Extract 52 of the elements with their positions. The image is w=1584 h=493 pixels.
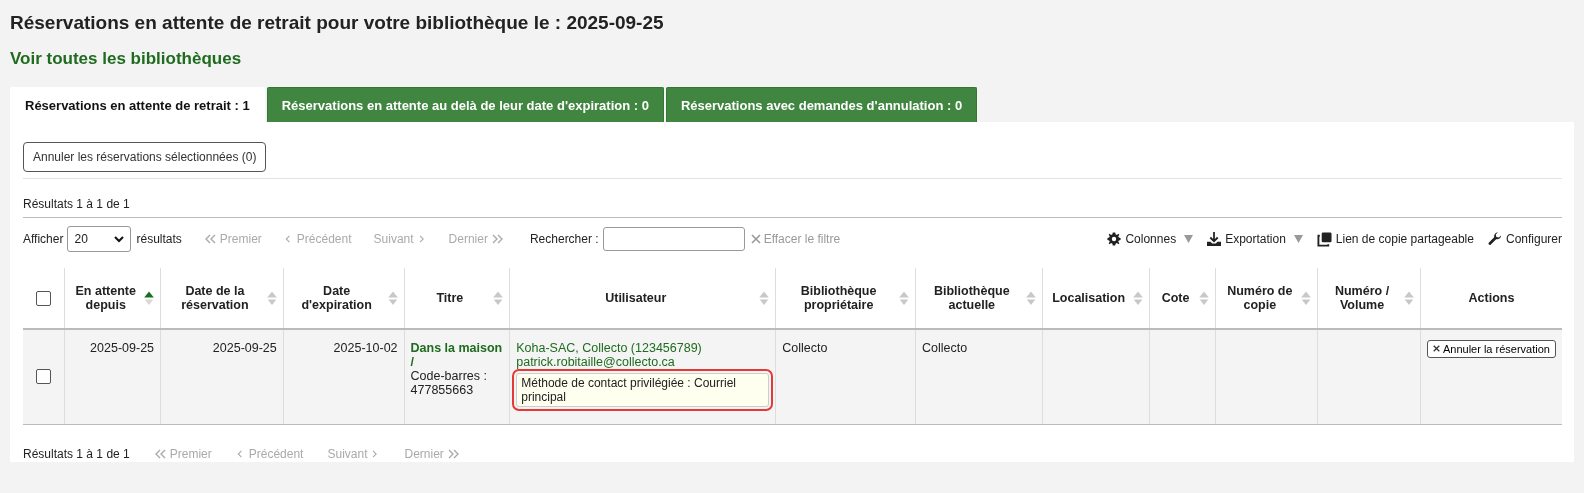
column-header[interactable]: Utilisateur	[516, 291, 756, 305]
close-icon	[750, 234, 761, 244]
copy-button[interactable]: Lien de copie partageable	[1316, 231, 1474, 247]
tab[interactable]: Réservations en attente au delà de leur date d'expiration : 0	[266, 87, 664, 122]
column-header[interactable]: Cote	[1155, 291, 1196, 305]
table-cell: Collecto	[782, 341, 828, 355]
configure-button[interactable]: Configurer	[1487, 232, 1562, 246]
results-count: Résultats 1 à 1 de 1	[23, 197, 130, 211]
chevron-left-icon	[203, 233, 217, 245]
select-all-checkbox[interactable]	[36, 290, 52, 306]
results-label: résultats	[136, 232, 182, 246]
table-cell: 2025-10-02	[333, 341, 398, 355]
gear-icon	[1107, 232, 1122, 246]
results-count: Résultats 1 à 1 de 1	[23, 446, 130, 461]
column-header[interactable]: Date de la réservation	[167, 284, 263, 312]
row-checkbox[interactable]	[36, 369, 52, 385]
chevron-right-icon	[446, 447, 460, 460]
column-header[interactable]: Actions	[1426, 291, 1556, 305]
tab[interactable]: Réservations en attente de retrait : 1	[10, 87, 265, 122]
column-header[interactable]: Numéro de copie	[1222, 284, 1298, 312]
patron-link[interactable]: Koha-SAC, Collecto (123456789)	[516, 341, 770, 355]
column-header[interactable]: En attente depuis	[71, 284, 141, 312]
show-label: Afficher	[23, 232, 64, 246]
search-label: Rechercher :	[529, 232, 599, 246]
cancel-reservation-button[interactable]: Annuler la réservation	[1426, 339, 1556, 358]
cancel-selected-button[interactable]: Annuler les réservations sélectionnées (0)	[23, 142, 267, 172]
table-cell: 2025-09-25	[212, 341, 277, 355]
column-header[interactable]: Bibliothèque actuelle	[921, 284, 1022, 312]
column-header[interactable]: Titre	[410, 291, 490, 305]
columns-button[interactable]: Colonnes	[1107, 232, 1177, 246]
wrench-icon	[1487, 232, 1502, 246]
copy-icon	[1316, 231, 1332, 247]
tab[interactable]: Réservations avec demandes d'annulation : 0	[665, 87, 978, 122]
email-link[interactable]: patrick.robitaille@collecto.ca	[516, 355, 770, 369]
page-title: Réservations en attente de retrait pour votre bibliothèque le : 2025-09-25	[10, 12, 665, 34]
table-cell: 2025-09-25	[90, 341, 155, 355]
close-icon	[1432, 345, 1440, 352]
column-header[interactable]: Localisation	[1048, 291, 1129, 305]
chevron-left-icon	[153, 447, 167, 460]
all-libraries-link[interactable]: Voir toutes les bibliothèques	[10, 49, 242, 69]
download-icon	[1207, 232, 1222, 246]
column-header[interactable]: Numéro / Volume	[1324, 284, 1400, 312]
page-size-select[interactable]: 20	[67, 226, 132, 252]
export-button[interactable]: Exportation	[1207, 232, 1286, 246]
barcode-text: Code-barres : 477855663	[410, 369, 487, 397]
chevron-right-icon	[490, 233, 504, 245]
search-field[interactable]	[602, 227, 745, 251]
title-link[interactable]: Dans la maison /	[410, 341, 504, 369]
chevron-down-icon	[114, 235, 125, 243]
table-cell: Collecto	[921, 341, 968, 355]
column-header[interactable]: Date d'expiration	[289, 284, 384, 312]
column-header[interactable]: Bibliothèque propriétaire	[782, 284, 895, 312]
